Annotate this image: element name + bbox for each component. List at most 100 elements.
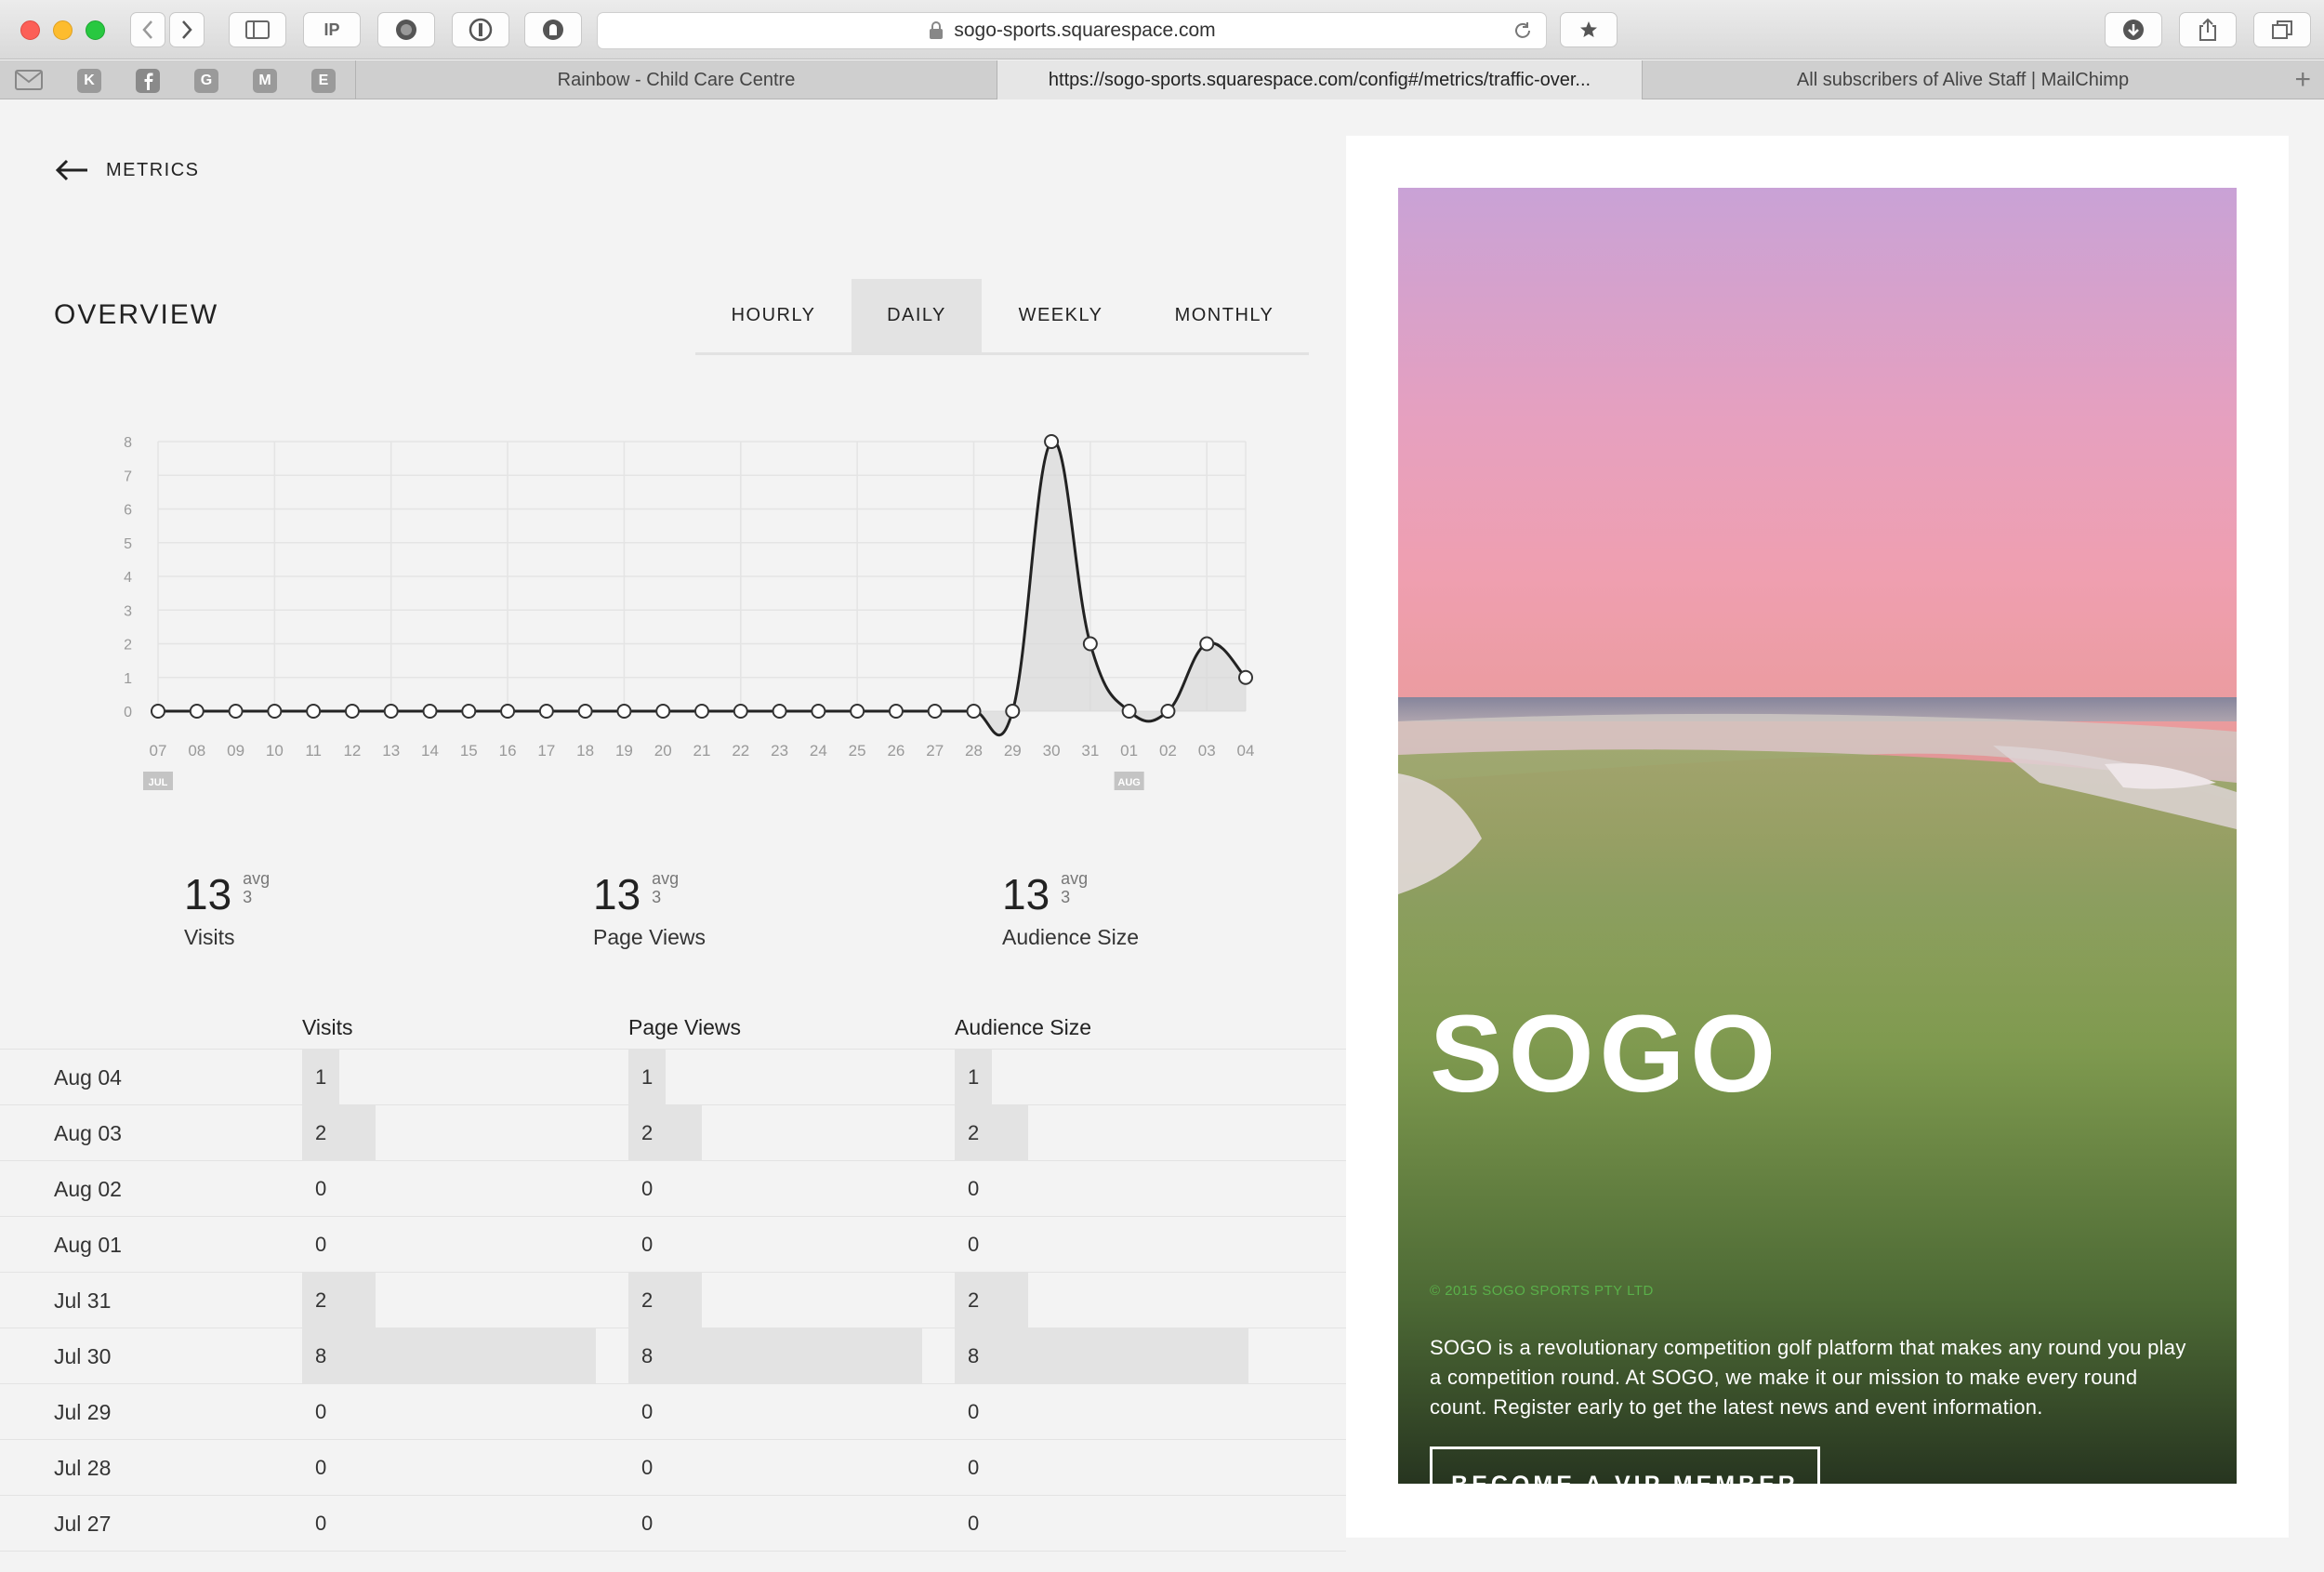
cell-page-views: 0 xyxy=(628,1496,922,1551)
maximize-window-button[interactable] xyxy=(86,20,105,40)
cell-value: 1 xyxy=(315,1065,327,1089)
forward-nav-button[interactable] xyxy=(169,12,205,47)
bookmark-k[interactable]: K xyxy=(77,69,101,93)
new-tab-button[interactable]: + xyxy=(2294,64,2311,96)
data-point xyxy=(850,704,865,719)
y-tick-label: 1 xyxy=(124,671,132,687)
x-tick-label: 10 xyxy=(266,742,284,760)
row-date: Jul 27 xyxy=(54,1512,112,1536)
x-tick-label: 27 xyxy=(926,742,944,760)
cell-audience: 2 xyxy=(955,1273,1248,1328)
cell-value: 0 xyxy=(968,1456,980,1479)
x-tick-label: 29 xyxy=(1004,742,1022,760)
download-icon xyxy=(2123,20,2144,40)
ghost-icon xyxy=(543,20,563,40)
page-title: OVERVIEW xyxy=(54,299,219,330)
cell-value: 0 xyxy=(315,1456,327,1479)
cell-value: 0 xyxy=(315,1177,327,1200)
bookmark-star-button[interactable] xyxy=(1560,12,1618,47)
tab-daily[interactable]: DAILY xyxy=(852,279,982,352)
browser-tab-1[interactable]: Rainbow - Child Care Centre xyxy=(355,60,997,99)
cell-value: 0 xyxy=(968,1233,980,1256)
data-point xyxy=(344,704,360,719)
column-header-visits[interactable]: Visits xyxy=(302,1015,353,1040)
bookmark-e[interactable]: E xyxy=(311,69,336,93)
tab-weekly[interactable]: WEEKLY xyxy=(982,279,1140,352)
x-tick-label: 18 xyxy=(576,742,594,760)
cell-audience: 2 xyxy=(955,1105,1248,1160)
x-tick-label: 26 xyxy=(887,742,905,760)
bookmark-g[interactable]: G xyxy=(194,69,218,93)
x-tick-label: 23 xyxy=(771,742,788,760)
sidebar-toggle-button[interactable] xyxy=(229,12,286,47)
table-row: Aug 01 0 0 0 xyxy=(0,1216,1346,1272)
downloads-button[interactable] xyxy=(2105,12,2162,47)
data-point xyxy=(1199,636,1215,652)
become-vip-member-button[interactable]: BECOME A VIP MEMBER xyxy=(1430,1447,1820,1484)
cell-visits: 2 xyxy=(302,1105,596,1160)
browser-tab-3[interactable]: All subscribers of Alive Staff | MailChi… xyxy=(1642,60,2283,99)
browser-tab-2[interactable]: https://sogo-sports.squarespace.com/conf… xyxy=(997,60,1642,99)
x-tick-label: 16 xyxy=(499,742,517,760)
x-tick-label: 15 xyxy=(460,742,478,760)
address-bar[interactable]: sogo-sports.squarespace.com xyxy=(597,12,1547,49)
x-tick-label: 13 xyxy=(382,742,400,760)
data-point xyxy=(500,704,516,719)
data-point xyxy=(383,704,399,719)
back-nav-button[interactable] xyxy=(130,12,165,47)
ip-extension-button[interactable]: IP xyxy=(303,12,361,47)
back-to-metrics-link[interactable]: METRICS xyxy=(54,158,200,182)
cell-visits: 0 xyxy=(302,1161,596,1216)
cell-page-views: 2 xyxy=(628,1273,922,1328)
cell-page-views: 0 xyxy=(628,1440,922,1495)
tab-hourly[interactable]: HOURLY xyxy=(695,279,852,352)
stat-visits-label: Visits xyxy=(184,925,235,949)
value-bar xyxy=(302,1328,596,1383)
data-point xyxy=(228,704,244,719)
bookmark-facebook[interactable] xyxy=(136,69,160,93)
bookmark-m[interactable]: M xyxy=(253,69,277,93)
cell-value: 2 xyxy=(968,1121,980,1144)
x-tick-label: 28 xyxy=(965,742,983,760)
column-header-page-views[interactable]: Page Views xyxy=(628,1015,741,1040)
data-point xyxy=(422,704,438,719)
tab-overview-button[interactable] xyxy=(2253,12,2311,47)
cell-value: 0 xyxy=(641,1400,654,1423)
reload-icon[interactable] xyxy=(1512,20,1533,41)
table-row: Aug 02 0 0 0 xyxy=(0,1160,1346,1216)
value-bar xyxy=(955,1105,1028,1160)
stat-visits: 13 avg 3 Visits xyxy=(184,869,270,950)
row-date: Aug 01 xyxy=(54,1233,122,1257)
value-bar xyxy=(302,1273,376,1328)
table-row: Jul 27 0 0 0 xyxy=(0,1495,1346,1551)
cell-value: 2 xyxy=(641,1288,654,1312)
table-row: Aug 04 1 1 1 xyxy=(0,1049,1346,1104)
extension-button[interactable] xyxy=(377,12,435,47)
y-tick-label: 4 xyxy=(124,570,132,586)
mail-icon[interactable] xyxy=(15,70,43,90)
tab-bar: K G M E Rainbow - Child Care Centre http… xyxy=(0,60,2324,99)
cell-value: 2 xyxy=(315,1121,327,1144)
data-point xyxy=(1044,434,1060,449)
minimize-window-button[interactable] xyxy=(53,20,73,40)
copyright-text: © 2015 SOGO SPORTS PTY LTD xyxy=(1430,1283,1654,1299)
star-icon xyxy=(1580,21,1597,37)
data-point xyxy=(267,704,283,719)
data-point xyxy=(1005,704,1021,719)
stat-visits-avg-value: 3 xyxy=(243,888,253,906)
password-extension-button[interactable] xyxy=(452,12,509,47)
cell-value: 0 xyxy=(315,1233,327,1256)
y-tick-label: 3 xyxy=(124,603,132,619)
tab-monthly[interactable]: MONTHLY xyxy=(1140,279,1309,352)
value-bar xyxy=(955,1273,1028,1328)
cell-value: 0 xyxy=(968,1400,980,1423)
site-preview: SOGO © 2015 SOGO SPORTS PTY LTD SOGO is … xyxy=(1346,136,2289,1538)
stat-audience-avg-label: avg xyxy=(1061,869,1089,888)
close-window-button[interactable] xyxy=(20,20,40,40)
share-icon xyxy=(2199,18,2216,41)
share-button[interactable] xyxy=(2179,12,2237,47)
column-header-audience-size[interactable]: Audience Size xyxy=(955,1015,1091,1040)
ghostery-extension-button[interactable] xyxy=(524,12,582,47)
cell-visits: 0 xyxy=(302,1217,596,1272)
table-row: Aug 03 2 2 2 xyxy=(0,1104,1346,1160)
